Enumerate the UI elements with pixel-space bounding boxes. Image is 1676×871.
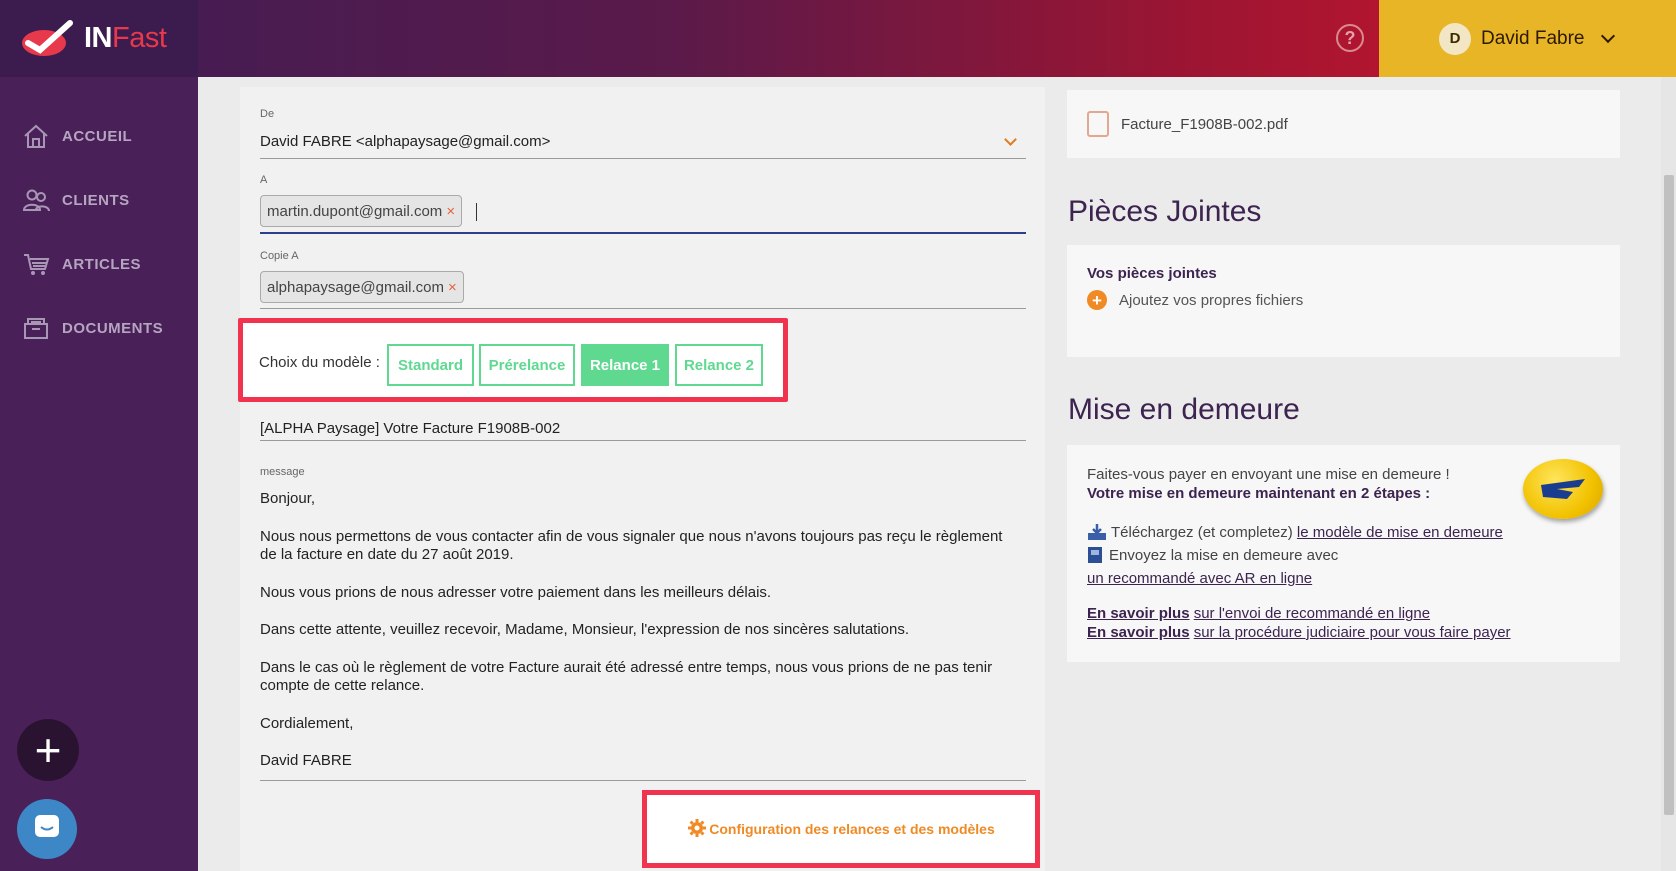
- close-icon[interactable]: ×: [448, 279, 457, 296]
- chat-icon: [32, 812, 62, 847]
- user-menu[interactable]: D David Fabre: [1379, 0, 1676, 77]
- config-reminders-link[interactable]: Configuration des relances et des modèle…: [642, 790, 1040, 868]
- step-1: Téléchargez (et completez) le modèle de …: [1087, 523, 1600, 546]
- message-label: message: [260, 466, 305, 478]
- email-form: De David FABRE <alphapaysage@gmail.com> …: [240, 87, 1045, 871]
- divider: [260, 440, 1026, 441]
- from-select[interactable]: David FABRE <alphapaysage@gmail.com>: [260, 133, 550, 150]
- learn-more-2: En savoir plus sur la procédure judiciai…: [1087, 623, 1600, 642]
- chevron-down-icon: [1600, 28, 1615, 43]
- message-paragraph: Nous nous permettons de vous contacter a…: [260, 527, 1003, 564]
- logo-mark-icon: [18, 19, 76, 59]
- top-bar: INFast ? D David Fabre: [0, 0, 1676, 77]
- logo-text-in: IN: [84, 22, 113, 54]
- laposte-logo-icon: [1523, 459, 1603, 519]
- step-2-text: Envoyez la mise en demeure avec: [1109, 547, 1339, 564]
- model-relance1-button[interactable]: Relance 1: [581, 344, 669, 386]
- sidebar: ACCUEIL CLIENTS ARTICLES DOCUMENTS +: [0, 77, 198, 871]
- help-icon[interactable]: ?: [1336, 24, 1364, 52]
- model-relance2-button[interactable]: Relance 2: [675, 344, 763, 386]
- message-body[interactable]: Bonjour, Nous nous permettons de vous co…: [260, 490, 1020, 790]
- learn-more-judicial-link[interactable]: En savoir plus: [1087, 624, 1190, 641]
- text-cursor: [476, 203, 477, 221]
- model-selector: Choix du modèle : Standard Prérelance Re…: [238, 318, 788, 402]
- logo[interactable]: INFast: [0, 0, 198, 77]
- notice-title: Mise en demeure: [1068, 393, 1300, 426]
- subject-input[interactable]: [ALPHA Paysage] Votre Facture F1908B-002: [260, 420, 560, 437]
- message-paragraph: David FABRE: [260, 752, 352, 769]
- logo-text-fast: Fast: [112, 22, 167, 54]
- chevron-down-icon[interactable]: [1004, 133, 1017, 146]
- download-icon: [1087, 523, 1107, 546]
- from-label: De: [260, 108, 275, 120]
- logo-text: INFast: [84, 22, 167, 55]
- to-label: A: [260, 174, 268, 186]
- template-download-link[interactable]: le modèle de mise en demeure: [1297, 523, 1503, 542]
- plus-icon: +: [1087, 290, 1107, 310]
- close-icon[interactable]: ×: [446, 203, 455, 220]
- model-label: Choix du modèle :: [259, 354, 380, 371]
- gear-icon: [687, 818, 707, 841]
- avatar: D: [1439, 22, 1471, 55]
- learn-more-registered-link[interactable]: En savoir plus: [1087, 605, 1190, 622]
- chip-label: alphapaysage@gmail.com: [267, 278, 444, 296]
- cc-input[interactable]: [260, 308, 1026, 309]
- divider: [260, 780, 1026, 781]
- home-icon: [22, 122, 50, 150]
- attachments-card: Vos pièces jointes + Ajoutez vos propres…: [1067, 245, 1620, 357]
- model-prerelance-button[interactable]: Prérelance: [479, 344, 575, 386]
- invoice-file[interactable]: Facture_F1908B-002.pdf: [1067, 90, 1620, 158]
- scrollbar-thumb[interactable]: [1664, 175, 1674, 815]
- model-standard-button[interactable]: Standard: [387, 344, 474, 386]
- attachments-subtitle: Vos pièces jointes: [1087, 265, 1217, 282]
- add-button[interactable]: +: [17, 719, 79, 781]
- sidebar-item-label: DOCUMENTS: [62, 319, 164, 337]
- sidebar-item-articles[interactable]: ARTICLES: [22, 248, 141, 280]
- sidebar-item-label: CLIENTS: [62, 191, 130, 209]
- learn-more-1: En savoir plus sur l'envoi de recommandé…: [1087, 604, 1600, 623]
- users-icon: [22, 186, 50, 214]
- learn-more-judicial-text[interactable]: sur la procédure judiciaire pour vous fa…: [1194, 624, 1511, 641]
- registered-mail-link[interactable]: un recommandé avec AR en ligne: [1087, 569, 1312, 588]
- cc-chip[interactable]: alphapaysage@gmail.com ×: [260, 271, 464, 303]
- message-paragraph: Dans cette attente, veuillez recevoir, M…: [260, 621, 910, 638]
- chat-button[interactable]: [17, 799, 77, 859]
- user-name: David Fabre: [1481, 27, 1585, 49]
- letter-icon: [1087, 546, 1103, 569]
- step-2: Envoyez la mise en demeure avec un recom…: [1087, 546, 1527, 588]
- message-paragraph: Bonjour,: [260, 490, 316, 507]
- step-1-text: Téléchargez (et completez): [1111, 524, 1293, 541]
- scrollbar[interactable]: [1661, 77, 1676, 871]
- pdf-icon: [1087, 111, 1109, 137]
- cart-icon: [22, 250, 50, 278]
- cc-label: Copie A: [260, 250, 299, 262]
- to-chip[interactable]: martin.dupont@gmail.com ×: [260, 195, 463, 227]
- message-paragraph: Dans le cas où le règlement de votre Fac…: [260, 658, 993, 695]
- sidebar-item-accueil[interactable]: ACCUEIL: [22, 120, 132, 152]
- attachments-title: Pièces Jointes: [1068, 195, 1262, 228]
- message-paragraph: Cordialement,: [260, 714, 354, 732]
- to-input[interactable]: [260, 232, 1026, 234]
- chip-label: martin.dupont@gmail.com: [267, 202, 443, 220]
- learn-more-registered-text[interactable]: sur l'envoi de recommandé en ligne: [1194, 605, 1430, 622]
- divider: [260, 158, 1026, 159]
- file-name: Facture_F1908B-002.pdf: [1121, 115, 1288, 133]
- add-attachment-label: Ajoutez vos propres fichiers: [1119, 291, 1304, 309]
- sidebar-item-clients[interactable]: CLIENTS: [22, 184, 130, 216]
- formal-notice-card: Faites-vous payer en envoyant une mise e…: [1067, 445, 1620, 662]
- sidebar-item-documents[interactable]: DOCUMENTS: [22, 312, 163, 344]
- add-attachment-button[interactable]: + Ajoutez vos propres fichiers: [1087, 290, 1600, 310]
- config-link-label: Configuration des relances et des modèle…: [709, 821, 995, 837]
- sidebar-item-label: ACCUEIL: [62, 127, 133, 145]
- sidebar-item-label: ARTICLES: [62, 255, 141, 273]
- documents-icon: [22, 314, 50, 342]
- message-paragraph: Nous vous prions de nous adresser votre …: [260, 583, 772, 601]
